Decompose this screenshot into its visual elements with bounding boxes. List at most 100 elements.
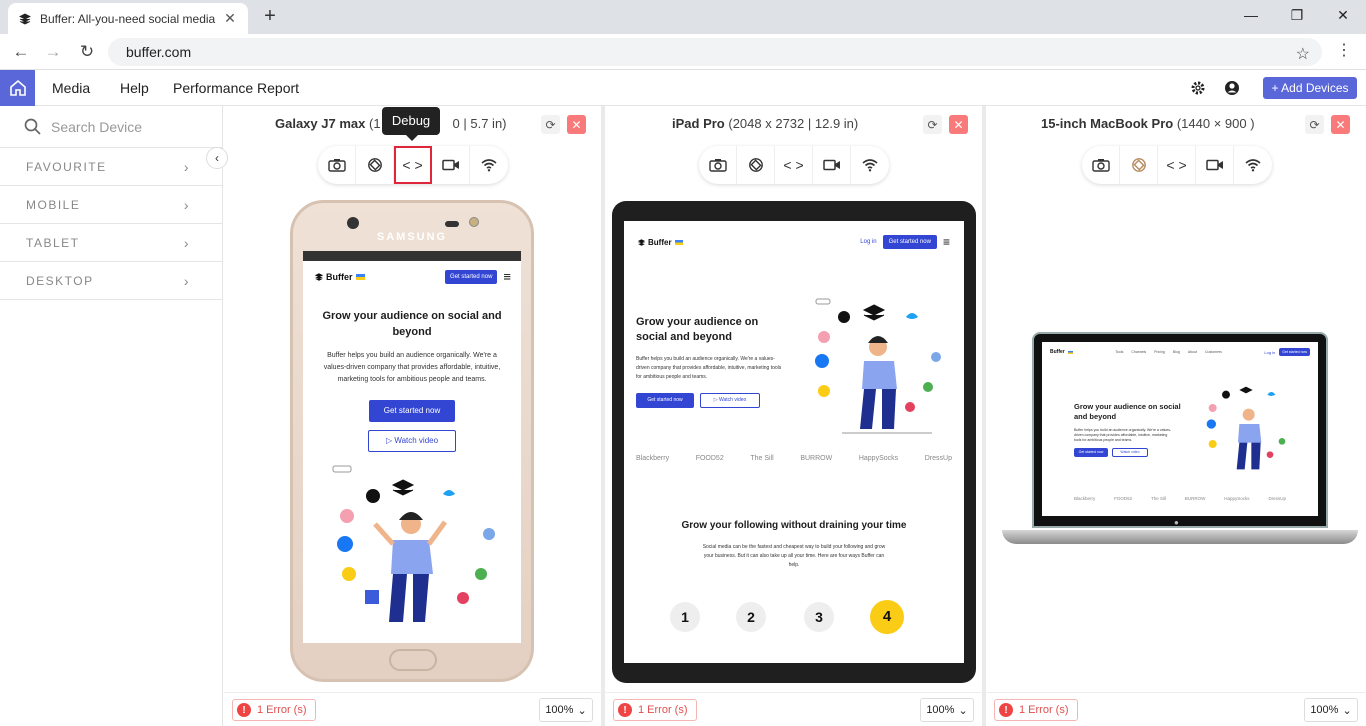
url-field[interactable]: buffer.com ☆ [108, 38, 1322, 66]
nav-link[interactable]: Pricing [1154, 350, 1165, 354]
reload-icon[interactable]: ↻ [74, 40, 100, 64]
settings-gear-icon[interactable] [1189, 79, 1207, 97]
menu-performance-report[interactable]: Performance Report [173, 70, 299, 106]
chevron-left-icon: ‹ [215, 151, 219, 165]
nav-link[interactable]: Customers [1205, 350, 1222, 354]
debug-code-icon[interactable]: < > [775, 146, 813, 184]
buffer-logo: Buffer [315, 272, 365, 282]
back-icon[interactable]: ← [8, 40, 34, 64]
zoom-value: 100% [926, 704, 955, 716]
phone-sensor [469, 217, 479, 227]
window-close-icon[interactable]: ✕ [1320, 0, 1366, 30]
refresh-icon[interactable]: ⟳ [923, 115, 942, 134]
record-video-icon[interactable] [813, 146, 851, 184]
phone-screen: Buffer Get started now ≡ Grow your audie… [303, 251, 521, 643]
brand-logo: DressUp [924, 455, 952, 462]
network-wifi-icon[interactable] [851, 146, 889, 184]
watch-video-label: Watch video [1120, 450, 1140, 454]
home-button[interactable] [0, 70, 35, 106]
category-mobile[interactable]: MOBILE › [0, 186, 222, 224]
zoom-select[interactable]: 100% ⌄ [539, 698, 593, 722]
nav-link[interactable]: Channels [1131, 350, 1146, 354]
network-wifi-icon[interactable] [470, 146, 508, 184]
brand-logos: Blackberry FOOD52 The Sill BURROW HappyS… [1074, 496, 1286, 501]
close-device-icon[interactable]: ✕ [949, 115, 968, 134]
refresh-icon[interactable]: ⟳ [1305, 115, 1324, 134]
brand-logo: HappySocks [1224, 496, 1250, 501]
network-wifi-icon[interactable] [1234, 146, 1272, 184]
category-favourite[interactable]: FAVOURITE › [0, 148, 222, 186]
phone-home-button [389, 649, 437, 671]
flag-icon [1067, 350, 1073, 354]
get-started-button[interactable]: Get started now [882, 235, 937, 249]
watch-video-button[interactable]: ▷ Watch video [368, 430, 456, 452]
chevron-right-icon: › [183, 272, 190, 289]
nav-link[interactable]: About [1188, 350, 1197, 354]
error-alert-icon: ! [237, 703, 251, 717]
tab-close-icon[interactable]: ✕ [222, 10, 238, 27]
nav-link[interactable]: Blog [1173, 350, 1180, 354]
device-pane-ipad: iPad Pro (2048 x 2732 | 12.9 in) ⟳ ✕ < >… [605, 106, 982, 726]
login-link[interactable]: Log in [860, 239, 876, 245]
watch-video-button[interactable]: ▷ Watch video [700, 393, 760, 408]
pane-footer: ! 1 Error (s) 100% ⌄ [986, 692, 1366, 726]
nav-link[interactable]: Tools [1115, 350, 1123, 354]
error-badge[interactable]: ! 1 Error (s) [232, 699, 316, 721]
collapse-sidebar-button[interactable]: ‹ [206, 147, 228, 169]
address-bar: ← → ↻ buffer.com ☆ ⋮ [0, 34, 1366, 70]
search-device[interactable]: Search Device [0, 106, 222, 148]
rotate-device-icon[interactable] [737, 146, 775, 184]
browser-menu-icon[interactable]: ⋮ [1336, 40, 1352, 60]
refresh-icon[interactable]: ⟳ [541, 115, 560, 134]
forward-icon[interactable]: → [40, 40, 66, 64]
close-device-icon[interactable]: ✕ [567, 115, 586, 134]
device-name: iPad Pro [672, 116, 725, 131]
screenshot-camera-icon[interactable] [699, 146, 737, 184]
screenshot-camera-icon[interactable] [318, 146, 356, 184]
error-alert-icon: ! [999, 703, 1013, 717]
rotate-device-icon[interactable] [1120, 146, 1158, 184]
debug-code-icon[interactable]: < > [394, 146, 432, 184]
menu-help[interactable]: Help [120, 70, 149, 106]
record-video-icon[interactable] [432, 146, 470, 184]
browser-tab[interactable]: Buffer: All-you-need social media ✕ [8, 3, 248, 34]
watch-video-button[interactable]: Watch video [1112, 448, 1148, 457]
close-device-icon[interactable]: ✕ [1331, 115, 1350, 134]
section-title: Grow your following without draining you… [681, 520, 907, 531]
bookmark-star-icon[interactable]: ☆ [1296, 41, 1310, 69]
hamburger-menu-icon[interactable]: ≡ [503, 269, 511, 284]
ipad-frame: Buffer Log in Get started now ≡ Grow you… [612, 201, 976, 683]
screenshot-camera-icon[interactable] [1082, 146, 1120, 184]
add-devices-button[interactable]: + Add Devices [1263, 77, 1357, 99]
rotate-device-icon[interactable] [356, 146, 394, 184]
hero-cta-button[interactable]: Get started now [369, 400, 455, 422]
minimize-icon[interactable]: — [1228, 0, 1274, 30]
brand-logo: The Sill [750, 455, 774, 462]
buffer-logo: Buffer [1050, 349, 1073, 355]
hero-headline: Grow your audience on social and beyond [322, 310, 502, 338]
menu-media[interactable]: Media [52, 70, 90, 106]
url-text: buffer.com [126, 44, 192, 60]
zoom-select[interactable]: 100% ⌄ [920, 698, 974, 722]
get-started-button[interactable]: Get started now [445, 269, 498, 284]
error-badge[interactable]: ! 1 Error (s) [613, 699, 697, 721]
category-desktop[interactable]: DESKTOP › [0, 262, 222, 300]
tab-title: Buffer: All-you-need social media [40, 11, 216, 26]
hero-cta-button[interactable]: Get started now [1074, 448, 1108, 457]
record-video-icon[interactable] [1196, 146, 1234, 184]
category-tablet[interactable]: TABLET › [0, 224, 222, 262]
category-label: TABLET [26, 235, 80, 250]
device-toolbar: < > [1082, 146, 1272, 184]
hero-cta-button[interactable]: Get started now [636, 393, 694, 408]
hamburger-menu-icon[interactable]: ≡ [943, 235, 950, 249]
error-badge[interactable]: ! 1 Error (s) [994, 699, 1078, 721]
device-sidebar: Search Device FAVOURITE › MOBILE › TABLET ›… [0, 106, 223, 726]
restore-icon[interactable]: ❐ [1274, 0, 1320, 30]
new-tab-icon[interactable]: + [258, 6, 282, 28]
logo-text: Buffer [326, 271, 353, 282]
user-account-icon[interactable] [1223, 79, 1241, 97]
login-link[interactable]: Log in [1264, 350, 1275, 355]
zoom-select[interactable]: 100% ⌄ [1304, 698, 1358, 722]
debug-code-icon[interactable]: < > [1158, 146, 1196, 184]
get-started-button[interactable]: Get started now [1279, 348, 1310, 356]
